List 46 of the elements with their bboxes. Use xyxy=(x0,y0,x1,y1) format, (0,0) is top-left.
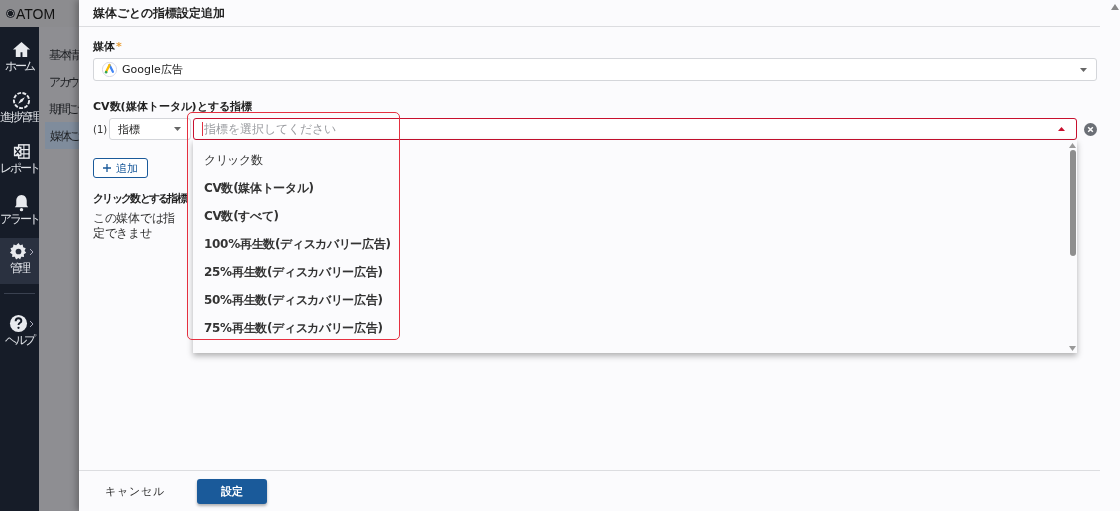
dropdown-caret-icon xyxy=(1058,127,1065,131)
scroll-up-icon[interactable] xyxy=(1111,4,1119,10)
dropdown-option[interactable]: クリック数 xyxy=(193,146,1068,174)
nav-item[interactable]: 管理 xyxy=(0,238,39,284)
dropdown-caret-icon xyxy=(174,127,181,131)
nav-item[interactable]: レポート xyxy=(0,140,39,191)
dropdown-option[interactable]: CV数(媒体トータル) xyxy=(193,174,1068,202)
compass-icon xyxy=(12,91,31,110)
dropdown-option[interactable]: 25%再生数(ディスカバリー広告) xyxy=(193,258,1068,286)
spreadsheet-icon xyxy=(12,142,31,161)
media-select[interactable]: Google広告 xyxy=(93,58,1097,81)
metric-input[interactable]: 指標を選択してください xyxy=(202,122,1053,136)
dropdown-caret-icon xyxy=(1080,67,1087,72)
plus-icon xyxy=(103,164,111,172)
nav-item[interactable]: ホーム xyxy=(0,38,39,89)
bell-icon xyxy=(12,193,31,212)
submenu-item[interactable]: アカウ xyxy=(39,68,79,95)
type-select[interactable]: 指標 xyxy=(109,118,191,140)
chevron-icon xyxy=(29,247,34,256)
dropdown-option[interactable]: 100%再生数(ディスカバリー広告) xyxy=(193,230,1068,258)
field-label: クリック数とする指標 xyxy=(93,192,186,206)
chevron-icon xyxy=(29,319,34,328)
help-icon xyxy=(9,314,28,333)
note-text: この媒体では指定できませ xyxy=(93,211,176,241)
submenu-item[interactable]: 基本情 xyxy=(39,41,79,68)
scroll-down-icon[interactable] xyxy=(1069,346,1076,351)
drawer-title: 媒体ごとの指標設定追加 xyxy=(93,4,225,22)
dropdown-option[interactable]: 50%再生数(ディスカバリー広告) xyxy=(193,286,1068,314)
home-icon xyxy=(12,40,31,59)
triangle-logo-icon xyxy=(102,62,117,77)
scroll-up-icon[interactable] xyxy=(1069,143,1076,148)
submit-button[interactable]: 設定 xyxy=(197,478,267,504)
row-index: (1) xyxy=(93,123,109,135)
dropdown-option[interactable]: 75%再生数(ディスカバリー広告) xyxy=(193,314,1068,342)
submenu-item[interactable]: 期間ご xyxy=(39,95,79,122)
scrollbar-thumb[interactable] xyxy=(1069,150,1076,256)
add-button[interactable]: 追加 xyxy=(93,158,148,178)
gear-icon xyxy=(9,242,28,261)
cancel-button[interactable]: キャンセル xyxy=(93,483,177,499)
nav-item[interactable]: ヘルプ xyxy=(0,312,39,363)
clear-icon[interactable] xyxy=(1084,122,1097,136)
field-label: 媒体* xyxy=(93,39,122,54)
metric-select[interactable]: 指標を選択してください xyxy=(193,118,1077,140)
logo: ATOM xyxy=(6,5,56,22)
field-label: CV数(媒体トータル)とする指標 xyxy=(93,99,252,114)
dropdown-option[interactable]: CV数(すべて) xyxy=(193,202,1068,230)
